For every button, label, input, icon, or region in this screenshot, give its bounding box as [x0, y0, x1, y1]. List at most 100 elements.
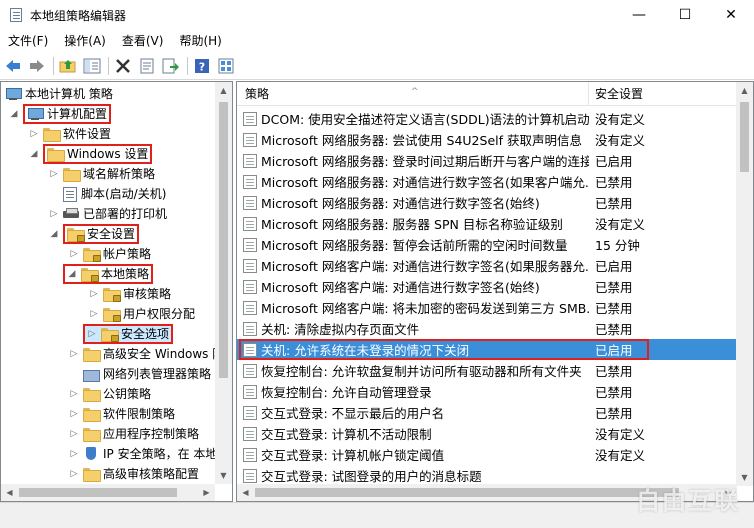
table-row[interactable]: Microsoft 网络服务器: 暂停会话前所需的空闲时间数量 15 分钟 [237, 234, 737, 255]
table-row[interactable]: 关机: 允许系统在未登录的情况下关闭 已启用 [237, 339, 737, 360]
menu-view[interactable]: 查看(V) [114, 30, 172, 52]
tree-horizontal-scrollbar[interactable]: ◀ ▶ [1, 484, 215, 501]
tree-item-security-settings[interactable]: ◢ 安全设置 [49, 224, 140, 244]
export-icon[interactable] [160, 55, 182, 77]
list-vertical-scrollbar[interactable]: ▲ ▼ [736, 82, 753, 486]
forward-icon[interactable] [26, 55, 48, 77]
tree-item-app-control[interactable]: ▷ 应用程序控制策略 [69, 424, 199, 444]
table-row[interactable]: DCOM: 使用安全描述符定义语言(SDDL)语法的计算机启动... 没有定义 [237, 108, 737, 129]
table-row[interactable]: 恢复控制台: 允许自动管理登录 已禁用 [237, 381, 737, 402]
column-header-policy[interactable]: ^ 策略 [237, 82, 589, 105]
tree-item-windows-settings[interactable]: ◢ Windows 设置 [29, 144, 153, 164]
policy-icon [243, 342, 257, 357]
scrollbar-thumb[interactable] [219, 102, 228, 378]
chevron-right-icon[interactable]: ▷ [69, 249, 79, 259]
tree-item-network-list[interactable]: 网络列表管理器策略 [69, 364, 211, 384]
table-row[interactable]: Microsoft 网络服务器: 对通信进行数字签名(始终) 已禁用 [237, 192, 737, 213]
maximize-button[interactable]: ☐ [662, 0, 708, 30]
table-row[interactable]: Microsoft 网络客户端: 将未加密的密码发送到第三方 SMB... 已禁用 [237, 297, 737, 318]
chevron-right-icon[interactable]: ▷ [69, 469, 79, 479]
chevron-right-icon[interactable]: ▷ [49, 169, 59, 179]
menu-file[interactable]: 文件(F) [0, 30, 56, 52]
show-hide-tree-icon[interactable] [81, 55, 103, 77]
menu-help[interactable]: 帮助(H) [171, 30, 229, 52]
tree-item-audit-policy[interactable]: ▷ 审核策略 [89, 284, 171, 304]
policy-name: 交互式登录: 不显示最后的用户名 [261, 406, 445, 421]
table-row[interactable]: Microsoft 网络客户端: 对通信进行数字签名(如果服务器允... 已启用 [237, 255, 737, 276]
tree-item-software-settings[interactable]: ▷ 软件设置 [29, 124, 111, 144]
tree-item-public-key[interactable]: ▷ 公钥策略 [69, 384, 151, 404]
policy-name: Microsoft 网络客户端: 对通信进行数字签名(始终) [261, 280, 540, 295]
scrollbar-thumb[interactable] [255, 488, 679, 497]
help-icon[interactable]: ? [191, 55, 213, 77]
table-row[interactable]: 交互式登录: 计算机不活动限制 没有定义 [237, 423, 737, 444]
table-row[interactable]: Microsoft 网络服务器: 对通信进行数字签名(如果客户端允... 已禁用 [237, 171, 737, 192]
scroll-down-icon[interactable]: ▼ [215, 467, 232, 484]
scroll-right-icon[interactable]: ▶ [198, 484, 215, 501]
close-button[interactable]: ✕ [708, 0, 754, 30]
up-folder-icon[interactable] [57, 55, 79, 77]
chevron-right-icon[interactable]: ▷ [69, 409, 79, 419]
tree-item-dns-policy[interactable]: ▷ 域名解析策略 [49, 164, 155, 184]
tree-item-software-restriction[interactable]: ▷ 软件限制策略 [69, 404, 175, 424]
table-row[interactable]: Microsoft 网络服务器: 登录时间过期后断开与客户端的连接 已启用 [237, 150, 737, 171]
table-row[interactable]: 关机: 清除虚拟内存页面文件 已禁用 [237, 318, 737, 339]
table-row[interactable]: 交互式登录: 不显示最后的用户名 已禁用 [237, 402, 737, 423]
highlight-box: 安全设置 [63, 224, 140, 244]
back-icon[interactable] [2, 55, 24, 77]
setting-cell: 已禁用 [595, 322, 633, 337]
chevron-down-icon[interactable]: ◢ [9, 109, 19, 119]
tree-vertical-scrollbar[interactable]: ▲ ▼ [215, 82, 232, 484]
tree-item-account-policies[interactable]: ▷ 帐户策略 [69, 244, 151, 264]
chevron-right-icon[interactable]: ▷ [89, 309, 99, 319]
table-row[interactable]: 交互式登录: 计算机帐户锁定阈值 没有定义 [237, 444, 737, 465]
scrollbar-thumb[interactable] [740, 102, 749, 172]
policy-name: 关机: 允许系统在未登录的情况下关闭 [261, 343, 470, 358]
tree-item-printers[interactable]: ▷ 已部署的打印机 [49, 204, 167, 224]
highlight-box: ▷ 安全选项 [83, 324, 174, 344]
minimize-button[interactable]: — [616, 0, 662, 30]
scroll-left-icon[interactable]: ◀ [1, 484, 18, 501]
table-row[interactable]: 恢复控制台: 允许软盘复制并访问所有驱动器和所有文件夹 已禁用 [237, 360, 737, 381]
tree-item-user-rights[interactable]: ▷ 用户权限分配 [89, 304, 195, 324]
delete-icon[interactable] [112, 55, 134, 77]
policy-cell: Microsoft 网络客户端: 对通信进行数字签名(如果服务器允... [237, 256, 589, 275]
tree-item-scripts[interactable]: 脚本(启动/关机) [49, 184, 166, 204]
table-row[interactable]: Microsoft 网络服务器: 尝试使用 S4U2Self 获取声明信息 没有定… [237, 129, 737, 150]
properties-icon[interactable] [136, 55, 158, 77]
tree-label: 域名解析策略 [83, 167, 156, 181]
chevron-right-icon[interactable]: ▷ [69, 349, 79, 359]
tree-item-advanced-audit[interactable]: ▷ 高级审核策略配置 [69, 464, 199, 484]
scroll-up-icon[interactable]: ▲ [736, 82, 753, 99]
tree-item-computer-config[interactable]: ◢ 计算机配置 [9, 104, 112, 124]
table-row[interactable]: Microsoft 网络客户端: 对通信进行数字签名(始终) 已禁用 [237, 276, 737, 297]
chevron-down-icon[interactable]: ◢ [49, 229, 59, 239]
tree-root[interactable]: 本地计算机 策略 [5, 84, 113, 104]
chevron-right-icon[interactable]: ▷ [87, 329, 97, 339]
chevron-right-icon[interactable]: ▷ [69, 429, 79, 439]
chevron-right-icon[interactable]: ▷ [49, 209, 59, 219]
policy-name: Microsoft 网络服务器: 对通信进行数字签名(如果客户端允... [261, 175, 589, 190]
scrollbar-thumb[interactable] [19, 488, 177, 497]
policy-icon [243, 195, 257, 210]
tree-label: 软件限制策略 [103, 407, 176, 421]
table-row[interactable]: Microsoft 网络服务器: 服务器 SPN 目标名称验证级别 没有定义 [237, 213, 737, 234]
menu-action[interactable]: 操作(A) [56, 30, 114, 52]
chevron-down-icon[interactable]: ◢ [67, 269, 77, 279]
chevron-right-icon[interactable]: ▷ [29, 129, 39, 139]
tree-item-security-options[interactable]: ▷ 安全选项 [83, 324, 174, 344]
chevron-right-icon[interactable]: ▷ [69, 389, 79, 399]
scroll-left-icon[interactable]: ◀ [237, 484, 254, 501]
view-icon[interactable] [215, 55, 237, 77]
policy-icon [243, 321, 257, 336]
chevron-down-icon[interactable]: ◢ [29, 149, 39, 159]
script-icon [63, 186, 77, 202]
tree-item-advanced-firewall[interactable]: ▷ 高级安全 Windows 防 [69, 344, 224, 364]
sort-arrow-icon: ^ [411, 87, 419, 97]
tree-item-local-policies[interactable]: ◢ 本地策略 [63, 264, 154, 284]
chevron-right-icon[interactable]: ▷ [69, 449, 79, 459]
tree-item-ip-security[interactable]: ▷ IP 安全策略，在 本地 [69, 444, 217, 464]
chevron-right-icon[interactable]: ▷ [89, 289, 99, 299]
scroll-up-icon[interactable]: ▲ [215, 82, 232, 99]
column-header-setting[interactable]: 安全设置 [589, 82, 735, 105]
